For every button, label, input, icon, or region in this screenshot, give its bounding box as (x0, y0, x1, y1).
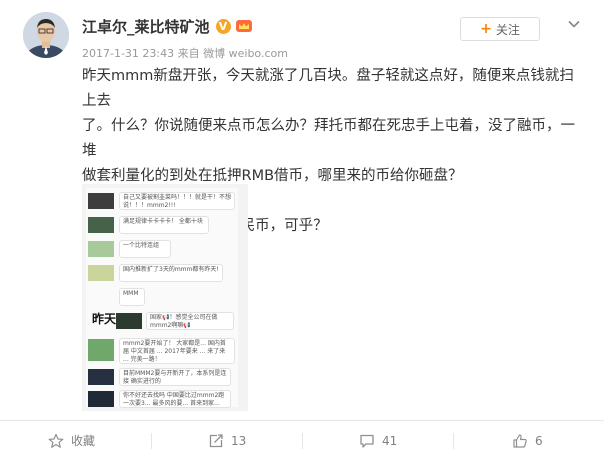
chat-message: 满足规律卡卡卡卡！ 全都十块 (86, 214, 238, 236)
verified-icon: V (215, 18, 231, 34)
author-name[interactable]: 江卓尔_莱比特矿池 (82, 16, 210, 37)
post-source[interactable]: 微博 weibo.com (203, 47, 288, 60)
chat-text: 目前MMM2要与开新开了，本系列是连接 确实进行的 (119, 368, 231, 386)
follow-button[interactable]: + 关注 (460, 17, 540, 41)
post-meta: 2017-1-31 23:43 来自 微博 weibo.com (82, 45, 288, 61)
action-separator (302, 433, 303, 449)
post-image[interactable]: 自己又要被割韭菜吗！！！就是干！不想说！！！mmm2!!! 满足规律卡卡卡卡！ … (82, 184, 248, 411)
chat-avatar (116, 313, 142, 329)
favorite-button[interactable]: 收藏 (48, 421, 95, 460)
chat-message: 自己又要被割韭菜吗！！！就是干！不想说！！！mmm2!!! (86, 190, 238, 212)
crown-icon (235, 20, 252, 32)
chat-message: 你不好还去找吗 中国要比过mmm2跑一次要3... 最多风的要... 首来到家.… (86, 388, 238, 410)
chat-avatar (88, 339, 114, 361)
comment-icon (360, 434, 374, 448)
chat-text: 你不好还去找吗 中国要比过mmm2跑一次要3... 最多风的要... 首来到家.… (119, 390, 231, 408)
action-separator (151, 433, 152, 449)
comment-count: 41 (382, 433, 398, 448)
chat-message: MMM (86, 286, 238, 308)
plus-icon: + (480, 21, 492, 37)
chat-text: 自己又要被割韭菜吗！！！就是干！不想说！！！mmm2!!! (119, 192, 235, 210)
post-line: 昨天mmm新盘开张，今天就涨了几百块。盘子轻就这点好，随便来点钱就扫上去 (82, 68, 574, 109)
source-prefix: 来自 (177, 47, 200, 60)
avatar-image (23, 12, 69, 58)
like-icon (513, 433, 527, 448)
action-bar: 收藏 13 41 6 (0, 421, 604, 460)
chat-message: 一个比特连组 (86, 238, 238, 260)
like-count: 6 (535, 433, 543, 448)
avatar[interactable] (23, 12, 69, 58)
chat-avatar (88, 241, 114, 257)
chat-message: 目前MMM2要与开新开了，本系列是连接 确实进行的 (86, 366, 238, 388)
chat-text: 满足规律卡卡卡卡！ 全都十块 (119, 216, 209, 234)
author-line: 江卓尔_莱比特矿池 V (82, 16, 253, 36)
repost-count: 13 (231, 433, 247, 448)
chat-avatar (88, 217, 114, 233)
repost-button[interactable]: 13 (208, 421, 246, 460)
chat-text: 国家📢！感觉全公司在做mmm2啊嘛📢 (146, 312, 234, 330)
favorite-icon (48, 433, 64, 448)
chat-message: 国内推新扩了3天的mmm都有昨天! (86, 262, 238, 284)
repost-icon (209, 433, 223, 447)
chat-message: mmm2要开始了！ 大家都是... 国内首届 中文首届 ... 2017年要来 … (86, 336, 238, 364)
post-line: 了。什么？你说随便来点币怎么办？拜托币都在死忠手上屯着，没了融币，一堆 (82, 118, 575, 159)
chat-message: 国家📢！感觉全公司在做mmm2啊嘛📢 (86, 310, 238, 332)
chat-text: MMM (119, 288, 145, 306)
chat-avatar (88, 265, 114, 281)
favorite-label: 收藏 (71, 434, 96, 448)
comment-button[interactable]: 41 (359, 421, 397, 460)
follow-button-label: 关注 (495, 22, 520, 37)
chat-text: 一个比特连组 (119, 240, 171, 258)
chat-avatar (88, 193, 114, 209)
chat-text: mmm2要开始了！ 大家都是... 国内首届 中文首届 ... 2017年要来 … (119, 338, 235, 364)
chat-avatar (88, 391, 114, 407)
chat-text: 国内推新扩了3天的mmm都有昨天! (119, 264, 223, 282)
like-button[interactable]: 6 (512, 421, 543, 460)
chat-screenshot: 自己又要被割韭菜吗！！！就是干！不想说！！！mmm2!!! 满足规律卡卡卡卡！ … (86, 188, 238, 410)
post-timestamp[interactable]: 2017-1-31 23:43 (82, 47, 174, 60)
action-separator (453, 433, 454, 449)
chat-avatar (88, 369, 114, 385)
chevron-down-icon[interactable] (567, 17, 581, 31)
